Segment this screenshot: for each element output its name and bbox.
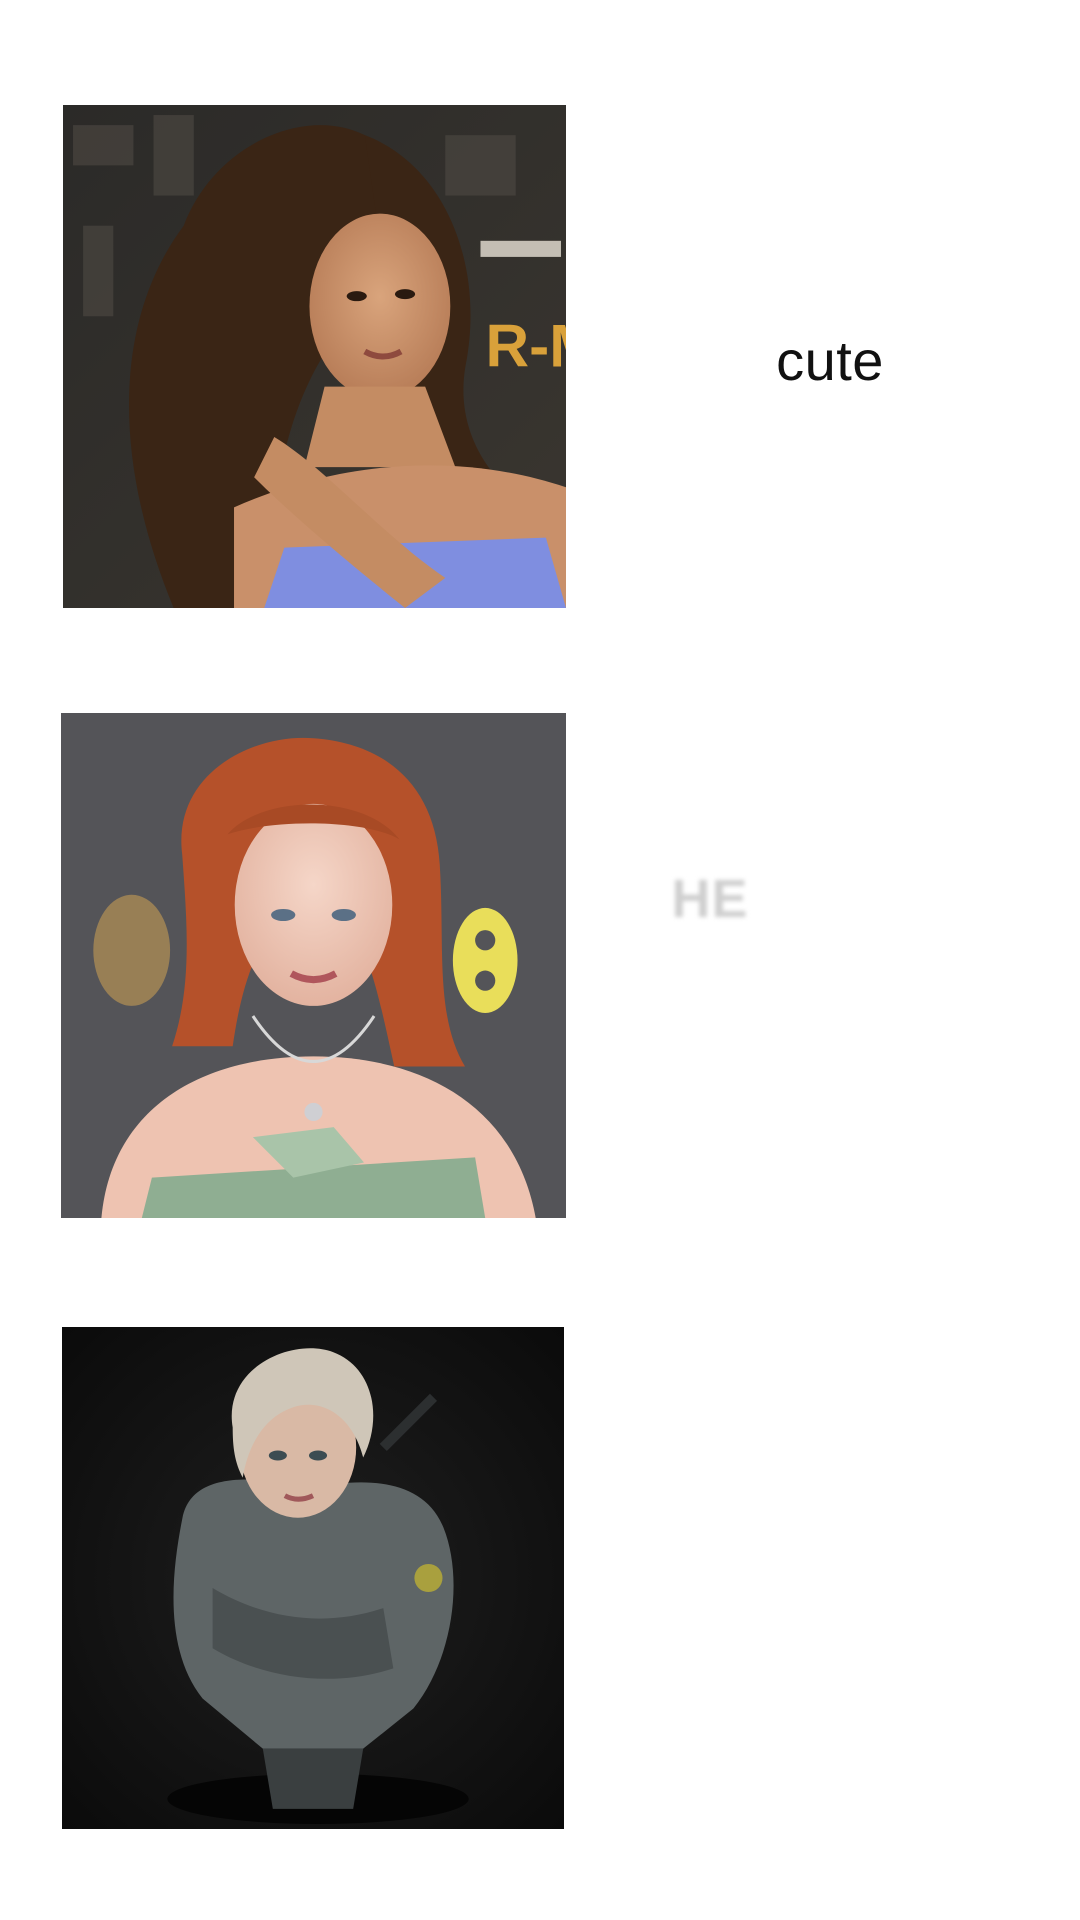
caption-cute: cute xyxy=(776,329,884,392)
photo-red-hair-portrait xyxy=(61,713,566,1218)
photo-2-artwork xyxy=(61,713,566,1218)
photo-curly-hair-portrait: R-M xyxy=(63,105,566,608)
svg-text:R-M: R-M xyxy=(486,312,566,380)
photo-3-artwork xyxy=(62,1327,564,1829)
photo-1-artwork: R-M xyxy=(63,105,566,608)
meme-canvas: R-M cute xyxy=(0,0,1080,1920)
photo-platinum-hair-costume xyxy=(62,1327,564,1829)
caption-he: HE xyxy=(671,869,749,929)
